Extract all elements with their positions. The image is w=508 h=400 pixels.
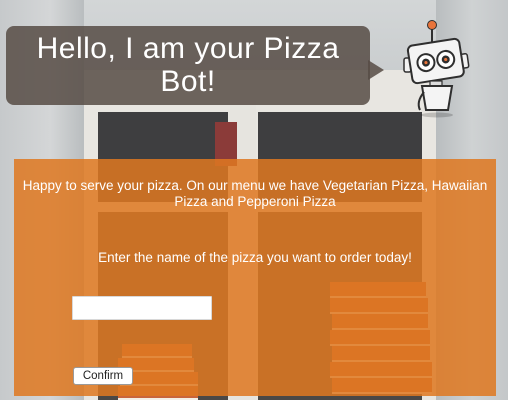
pizza-name-input[interactable] bbox=[72, 296, 212, 320]
order-panel: Happy to serve your pizza. On our menu w… bbox=[14, 159, 496, 396]
robot-icon bbox=[402, 18, 476, 118]
bubble-greeting: Hello, I am your Pizza Bot! bbox=[36, 32, 340, 98]
speech-bubble-tail bbox=[368, 60, 384, 80]
order-prompt-text: Enter the name of the pizza you want to … bbox=[98, 250, 412, 265]
menu-intro-text: Happy to serve your pizza. On our menu w… bbox=[22, 178, 488, 209]
confirm-button[interactable]: Confirm bbox=[73, 367, 133, 385]
speech-bubble: Hello, I am your Pizza Bot! bbox=[6, 26, 370, 105]
